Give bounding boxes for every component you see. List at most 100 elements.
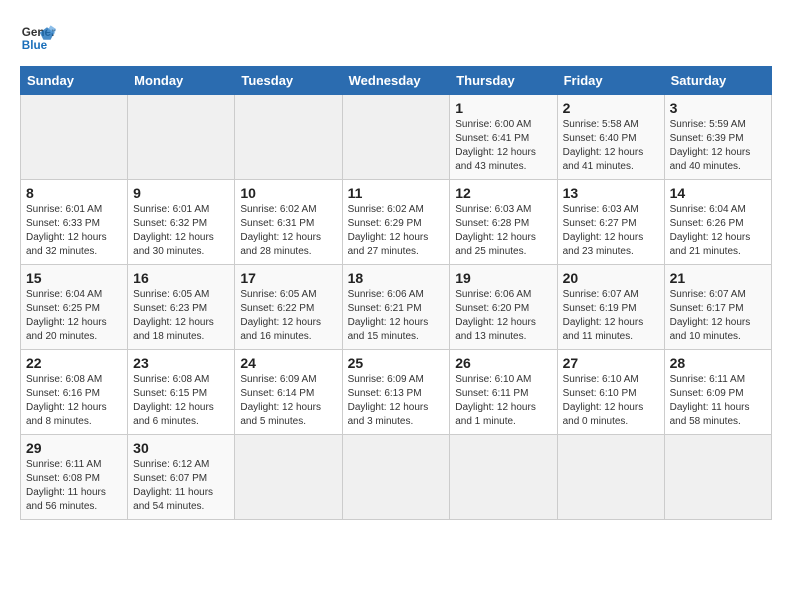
day-number: 10 bbox=[240, 185, 336, 201]
day-info: Sunrise: 6:09 AMSunset: 6:13 PMDaylight:… bbox=[348, 373, 445, 429]
day-info: Sunrise: 6:02 AMSunset: 6:29 PMDaylight:… bbox=[348, 203, 445, 259]
calendar-week-2: 8 Sunrise: 6:01 AMSunset: 6:33 PMDayligh… bbox=[21, 180, 772, 265]
day-cell-23: 23 Sunrise: 6:08 AMSunset: 6:15 PMDaylig… bbox=[128, 350, 235, 435]
empty-cell bbox=[235, 95, 342, 180]
day-number: 22 bbox=[26, 355, 122, 371]
logo: General Blue bbox=[20, 20, 56, 56]
day-cell-26: 26 Sunrise: 6:10 AMSunset: 6:11 PMDaylig… bbox=[450, 350, 557, 435]
empty-cell bbox=[342, 95, 450, 180]
day-info: Sunrise: 6:01 AMSunset: 6:33 PMDaylight:… bbox=[26, 203, 122, 259]
day-number: 16 bbox=[133, 270, 229, 286]
day-cell-10: 10 Sunrise: 6:02 AMSunset: 6:31 PMDaylig… bbox=[235, 180, 342, 265]
day-cell-15: 15 Sunrise: 6:04 AMSunset: 6:25 PMDaylig… bbox=[21, 265, 128, 350]
day-cell-12: 12 Sunrise: 6:03 AMSunset: 6:28 PMDaylig… bbox=[450, 180, 557, 265]
day-cell-20: 20 Sunrise: 6:07 AMSunset: 6:19 PMDaylig… bbox=[557, 265, 664, 350]
day-info: Sunrise: 6:09 AMSunset: 6:14 PMDaylight:… bbox=[240, 373, 336, 429]
day-info: Sunrise: 6:07 AMSunset: 6:17 PMDaylight:… bbox=[670, 288, 766, 344]
day-info: Sunrise: 6:11 AMSunset: 6:09 PMDaylight:… bbox=[670, 373, 766, 429]
day-number: 14 bbox=[670, 185, 766, 201]
day-number: 15 bbox=[26, 270, 122, 286]
calendar-body: 1 Sunrise: 6:00 AMSunset: 6:41 PMDayligh… bbox=[21, 95, 772, 520]
day-cell-27: 27 Sunrise: 6:10 AMSunset: 6:10 PMDaylig… bbox=[557, 350, 664, 435]
empty-cell bbox=[664, 435, 771, 520]
day-cell-9: 9 Sunrise: 6:01 AMSunset: 6:32 PMDayligh… bbox=[128, 180, 235, 265]
day-cell-13: 13 Sunrise: 6:03 AMSunset: 6:27 PMDaylig… bbox=[557, 180, 664, 265]
day-info: Sunrise: 6:11 AMSunset: 6:08 PMDaylight:… bbox=[26, 458, 122, 514]
day-number: 18 bbox=[348, 270, 445, 286]
day-number: 20 bbox=[563, 270, 659, 286]
day-number: 26 bbox=[455, 355, 551, 371]
day-cell-21: 21 Sunrise: 6:07 AMSunset: 6:17 PMDaylig… bbox=[664, 265, 771, 350]
day-info: Sunrise: 6:08 AMSunset: 6:16 PMDaylight:… bbox=[26, 373, 122, 429]
logo-icon: General Blue bbox=[20, 20, 56, 56]
day-info: Sunrise: 6:00 AMSunset: 6:41 PMDaylight:… bbox=[455, 118, 551, 174]
day-info: Sunrise: 6:06 AMSunset: 6:21 PMDaylight:… bbox=[348, 288, 445, 344]
header-sunday: Sunday bbox=[21, 67, 128, 95]
day-cell-8: 8 Sunrise: 6:01 AMSunset: 6:33 PMDayligh… bbox=[21, 180, 128, 265]
day-cell-19: 19 Sunrise: 6:06 AMSunset: 6:20 PMDaylig… bbox=[450, 265, 557, 350]
calendar-header-row: SundayMondayTuesdayWednesdayThursdayFrid… bbox=[21, 67, 772, 95]
day-number: 3 bbox=[670, 100, 766, 116]
day-cell-3: 3 Sunrise: 5:59 AMSunset: 6:39 PMDayligh… bbox=[664, 95, 771, 180]
header-tuesday: Tuesday bbox=[235, 67, 342, 95]
day-info: Sunrise: 6:08 AMSunset: 6:15 PMDaylight:… bbox=[133, 373, 229, 429]
day-number: 11 bbox=[348, 185, 445, 201]
calendar-week-4: 22 Sunrise: 6:08 AMSunset: 6:16 PMDaylig… bbox=[21, 350, 772, 435]
day-number: 19 bbox=[455, 270, 551, 286]
empty-cell bbox=[342, 435, 450, 520]
day-info: Sunrise: 6:10 AMSunset: 6:11 PMDaylight:… bbox=[455, 373, 551, 429]
day-number: 2 bbox=[563, 100, 659, 116]
day-number: 27 bbox=[563, 355, 659, 371]
day-cell-29: 29 Sunrise: 6:11 AMSunset: 6:08 PMDaylig… bbox=[21, 435, 128, 520]
empty-cell bbox=[235, 435, 342, 520]
calendar-week-3: 15 Sunrise: 6:04 AMSunset: 6:25 PMDaylig… bbox=[21, 265, 772, 350]
page-header: General Blue bbox=[20, 20, 772, 56]
day-number: 13 bbox=[563, 185, 659, 201]
day-number: 21 bbox=[670, 270, 766, 286]
day-info: Sunrise: 6:03 AMSunset: 6:27 PMDaylight:… bbox=[563, 203, 659, 259]
empty-cell bbox=[557, 435, 664, 520]
day-info: Sunrise: 5:59 AMSunset: 6:39 PMDaylight:… bbox=[670, 118, 766, 174]
day-number: 25 bbox=[348, 355, 445, 371]
empty-cell bbox=[128, 95, 235, 180]
day-number: 30 bbox=[133, 440, 229, 456]
day-info: Sunrise: 6:10 AMSunset: 6:10 PMDaylight:… bbox=[563, 373, 659, 429]
day-number: 9 bbox=[133, 185, 229, 201]
day-cell-1: 1 Sunrise: 6:00 AMSunset: 6:41 PMDayligh… bbox=[450, 95, 557, 180]
day-info: Sunrise: 6:05 AMSunset: 6:23 PMDaylight:… bbox=[133, 288, 229, 344]
day-cell-30: 30 Sunrise: 6:12 AMSunset: 6:07 PMDaylig… bbox=[128, 435, 235, 520]
day-cell-28: 28 Sunrise: 6:11 AMSunset: 6:09 PMDaylig… bbox=[664, 350, 771, 435]
day-info: Sunrise: 6:03 AMSunset: 6:28 PMDaylight:… bbox=[455, 203, 551, 259]
day-info: Sunrise: 5:58 AMSunset: 6:40 PMDaylight:… bbox=[563, 118, 659, 174]
calendar-week-5: 29 Sunrise: 6:11 AMSunset: 6:08 PMDaylig… bbox=[21, 435, 772, 520]
day-info: Sunrise: 6:04 AMSunset: 6:25 PMDaylight:… bbox=[26, 288, 122, 344]
empty-cell bbox=[450, 435, 557, 520]
day-cell-11: 11 Sunrise: 6:02 AMSunset: 6:29 PMDaylig… bbox=[342, 180, 450, 265]
day-cell-24: 24 Sunrise: 6:09 AMSunset: 6:14 PMDaylig… bbox=[235, 350, 342, 435]
empty-cell bbox=[21, 95, 128, 180]
day-number: 23 bbox=[133, 355, 229, 371]
day-number: 17 bbox=[240, 270, 336, 286]
day-number: 1 bbox=[455, 100, 551, 116]
header-saturday: Saturday bbox=[664, 67, 771, 95]
day-info: Sunrise: 6:07 AMSunset: 6:19 PMDaylight:… bbox=[563, 288, 659, 344]
day-number: 8 bbox=[26, 185, 122, 201]
day-number: 24 bbox=[240, 355, 336, 371]
day-cell-18: 18 Sunrise: 6:06 AMSunset: 6:21 PMDaylig… bbox=[342, 265, 450, 350]
day-info: Sunrise: 6:02 AMSunset: 6:31 PMDaylight:… bbox=[240, 203, 336, 259]
day-cell-17: 17 Sunrise: 6:05 AMSunset: 6:22 PMDaylig… bbox=[235, 265, 342, 350]
day-number: 29 bbox=[26, 440, 122, 456]
day-info: Sunrise: 6:01 AMSunset: 6:32 PMDaylight:… bbox=[133, 203, 229, 259]
day-info: Sunrise: 6:04 AMSunset: 6:26 PMDaylight:… bbox=[670, 203, 766, 259]
day-info: Sunrise: 6:12 AMSunset: 6:07 PMDaylight:… bbox=[133, 458, 229, 514]
day-info: Sunrise: 6:06 AMSunset: 6:20 PMDaylight:… bbox=[455, 288, 551, 344]
day-number: 28 bbox=[670, 355, 766, 371]
day-cell-25: 25 Sunrise: 6:09 AMSunset: 6:13 PMDaylig… bbox=[342, 350, 450, 435]
header-friday: Friday bbox=[557, 67, 664, 95]
day-cell-2: 2 Sunrise: 5:58 AMSunset: 6:40 PMDayligh… bbox=[557, 95, 664, 180]
day-cell-16: 16 Sunrise: 6:05 AMSunset: 6:23 PMDaylig… bbox=[128, 265, 235, 350]
header-thursday: Thursday bbox=[450, 67, 557, 95]
calendar-table: SundayMondayTuesdayWednesdayThursdayFrid… bbox=[20, 66, 772, 520]
header-wednesday: Wednesday bbox=[342, 67, 450, 95]
day-number: 12 bbox=[455, 185, 551, 201]
